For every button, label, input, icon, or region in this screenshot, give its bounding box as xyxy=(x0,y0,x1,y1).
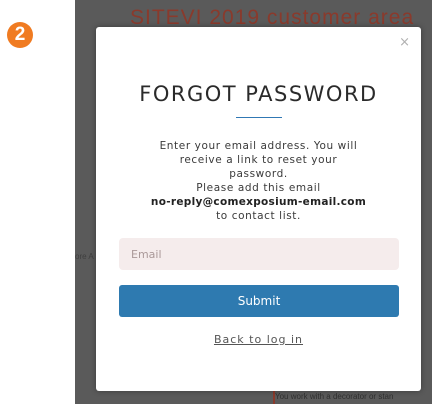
instructions-text: Enter your email address. You will recei… xyxy=(136,139,381,223)
forgot-password-modal: × FORGOT PASSWORD Enter your email addre… xyxy=(96,27,421,391)
close-icon[interactable]: × xyxy=(399,36,410,49)
instruction-line: password. xyxy=(229,168,288,180)
sender-email-address: no-reply@comexposium-email.com xyxy=(150,196,367,208)
email-input[interactable] xyxy=(119,238,399,270)
title-underline xyxy=(236,117,282,118)
instruction-line: receive a link to reset your xyxy=(179,154,338,166)
back-to-login-link[interactable]: Back to log in xyxy=(96,333,421,346)
instruction-line: Please add this email xyxy=(196,182,321,194)
background-bottom-text: You work with a decorator or stan xyxy=(275,392,394,401)
instruction-line: Enter your email address. You will xyxy=(159,140,358,152)
background-text-fragment: ore A xyxy=(75,252,94,261)
step-number-badge: 2 xyxy=(7,22,33,48)
submit-button[interactable]: Submit xyxy=(119,285,399,317)
instruction-line: to contact list. xyxy=(216,210,301,222)
modal-title: FORGOT PASSWORD xyxy=(139,82,378,106)
